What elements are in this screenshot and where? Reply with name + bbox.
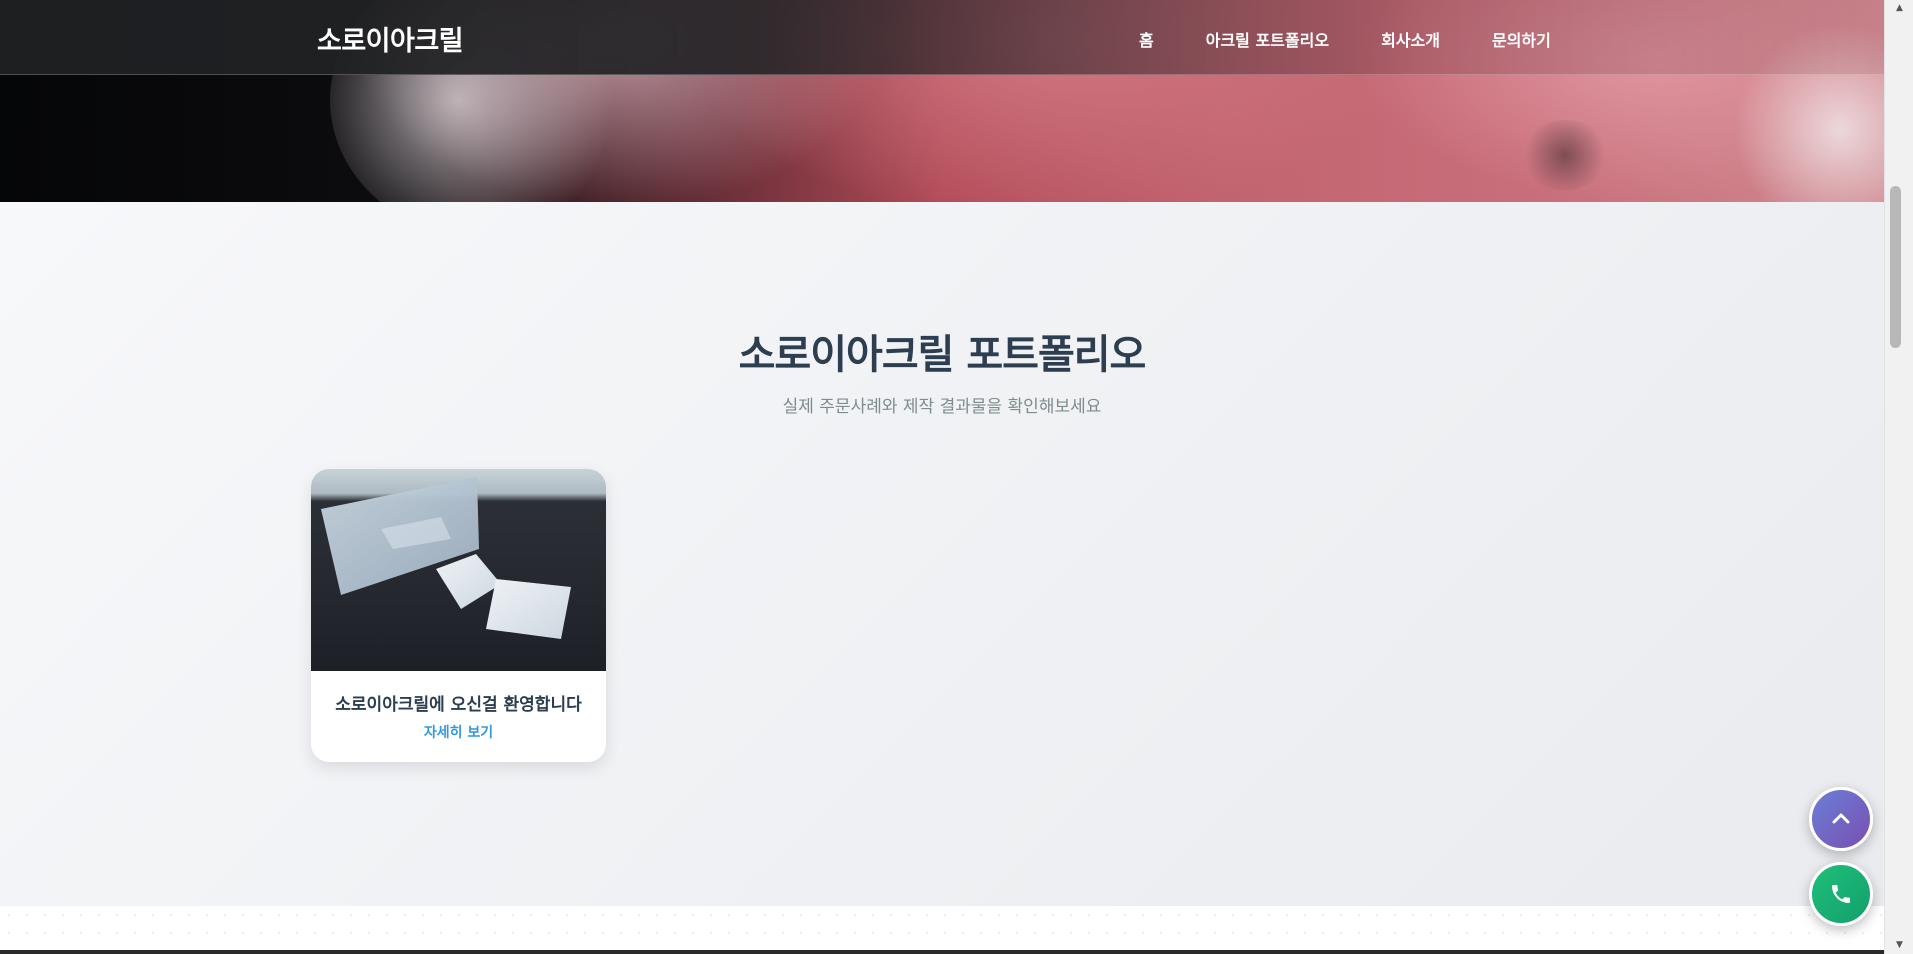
portfolio-section: 소로이아크릴 포트폴리오 실제 주문사례와 제작 결과물을 확인해보세요 소로이… bbox=[0, 202, 1884, 906]
section-subtitle: 실제 주문사례와 제작 결과물을 확인해보세요 bbox=[782, 397, 1102, 417]
portfolio-card-image bbox=[311, 469, 606, 671]
section-title: 소로이아크릴 포트폴리오 bbox=[738, 332, 1147, 378]
nav-item-contact[interactable]: 문의하기 bbox=[1492, 27, 1551, 51]
scroll-down-arrow-icon[interactable]: ▼ bbox=[1885, 937, 1913, 954]
top-navbar: 소로이아크릴 홈 아크릴 포트폴리오 회사소개 문의하기 bbox=[0, 0, 1884, 75]
call-button[interactable] bbox=[1809, 862, 1873, 926]
footer-preview bbox=[0, 906, 1884, 954]
chevron-up-icon bbox=[1832, 813, 1850, 824]
portfolio-card[interactable]: 소로이아크릴에 오신걸 환영합니다 자세히 보기 bbox=[311, 469, 606, 762]
nav-menu: 홈 아크릴 포트폴리오 회사소개 문의하기 bbox=[1139, 27, 1603, 51]
page-bottom-edge bbox=[0, 950, 1884, 954]
brand-logo[interactable]: 소로이아크릴 bbox=[317, 19, 464, 58]
view-details-link[interactable]: 자세히 보기 bbox=[311, 722, 606, 742]
vertical-scrollbar[interactable]: ▲ ▼ bbox=[1884, 0, 1913, 954]
nav-item-home[interactable]: 홈 bbox=[1139, 27, 1154, 51]
scroll-thumb[interactable] bbox=[1890, 186, 1901, 348]
portfolio-card-title: 소로이아크릴에 오신걸 환영합니다 bbox=[335, 695, 582, 715]
nav-item-portfolio[interactable]: 아크릴 포트폴리오 bbox=[1206, 27, 1329, 51]
acrylic-photo bbox=[321, 477, 571, 639]
nav-item-about[interactable]: 회사소개 bbox=[1381, 27, 1440, 51]
phone-icon bbox=[1832, 885, 1850, 903]
hero-shadow bbox=[1520, 120, 1610, 190]
scroll-up-arrow-icon[interactable]: ▲ bbox=[1885, 0, 1913, 17]
scroll-to-top-button[interactable] bbox=[1809, 787, 1873, 851]
